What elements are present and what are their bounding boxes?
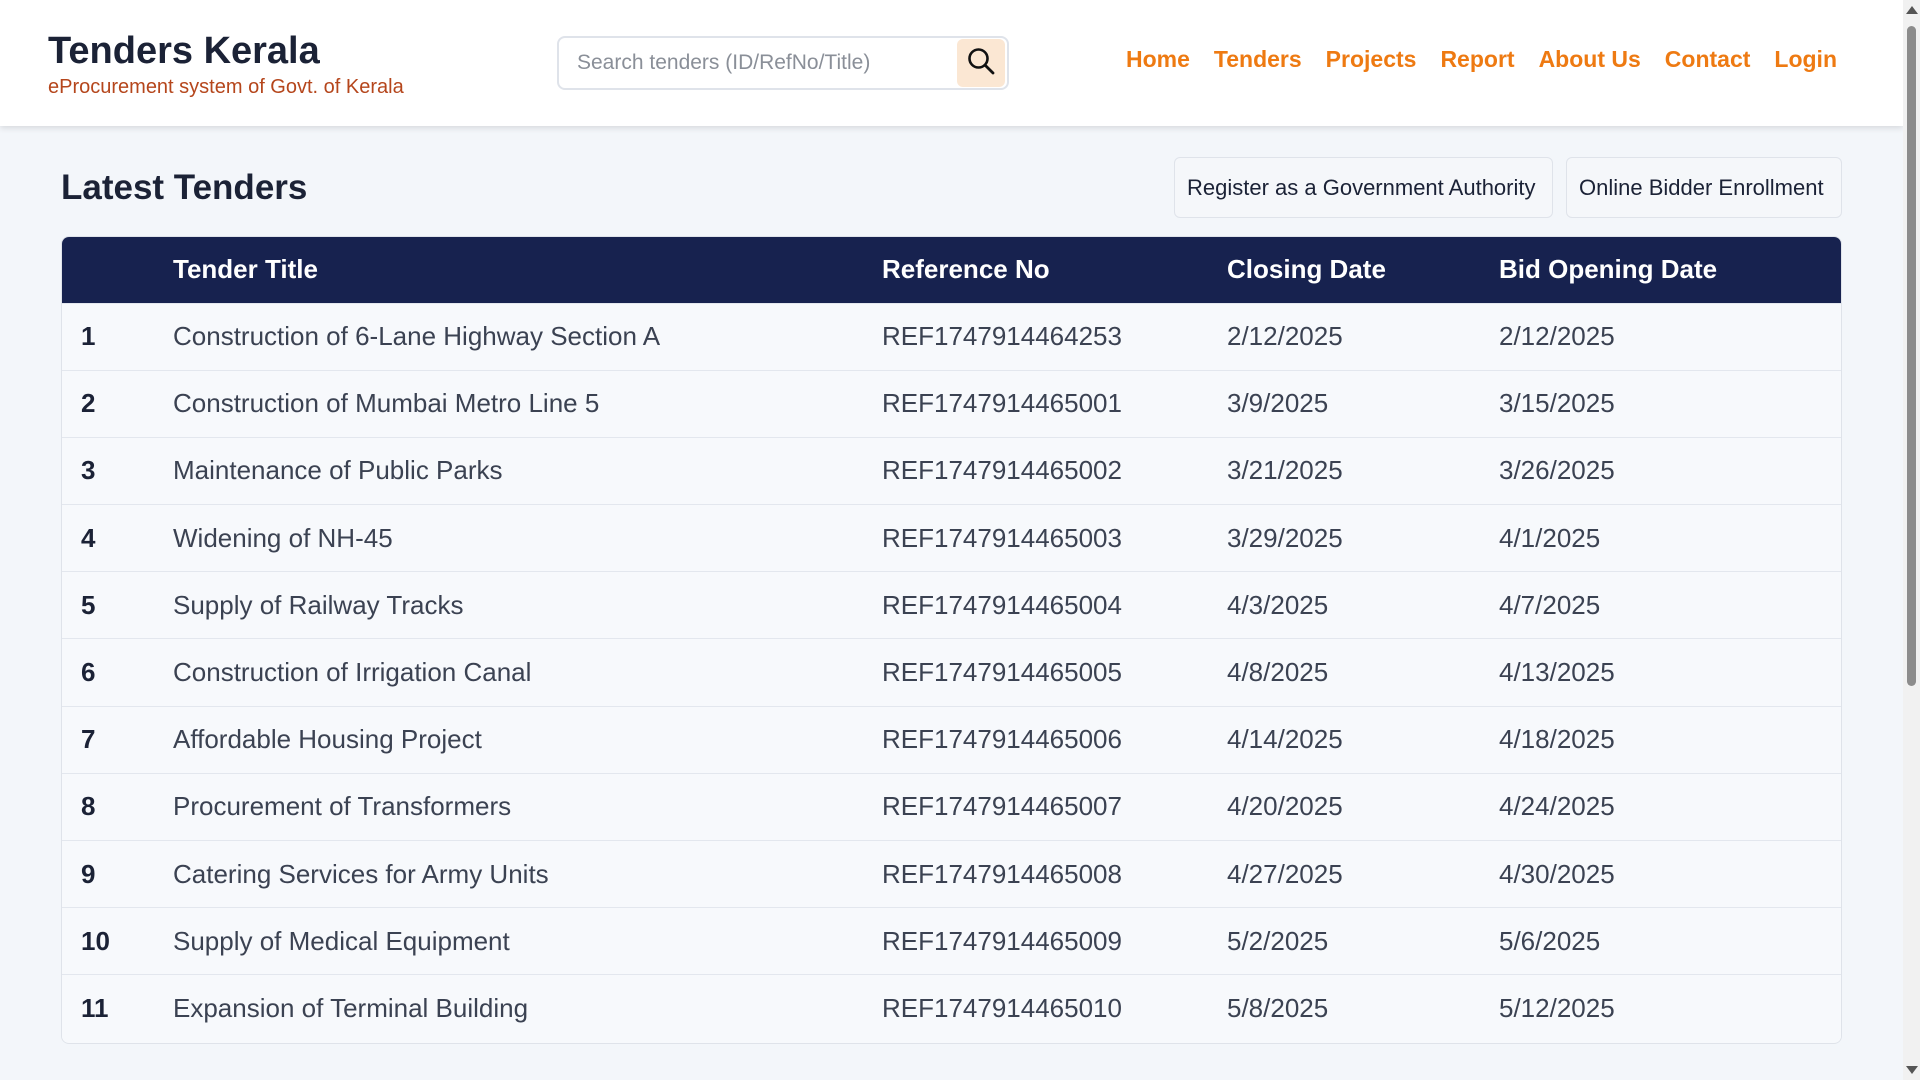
row-number: 10 — [81, 925, 110, 956]
closing-date: 5/8/2025 — [1227, 993, 1329, 1024]
table-row[interactable]: 1 Construction of 6-Lane Highway Section… — [62, 303, 1841, 371]
header-tender-title: Tender Title — [173, 254, 318, 285]
tenders-table: Tender Title Reference No Closing Date B… — [62, 237, 1841, 1043]
bid-opening-date: 3/26/2025 — [1499, 455, 1615, 486]
tenders-table-container: Tender Title Reference No Closing Date B… — [61, 236, 1842, 1044]
bid-opening-date: 4/1/2025 — [1499, 522, 1601, 553]
bid-opening-date: 4/18/2025 — [1499, 724, 1615, 755]
table-row[interactable]: 11 Expansion of Terminal Building REF174… — [62, 974, 1841, 1043]
table-row[interactable]: 3 Maintenance of Public Parks REF1747914… — [62, 437, 1841, 505]
page-scrollbar[interactable] — [1903, 0, 1920, 1080]
reference-no: REF1747914465003 — [882, 522, 1122, 553]
main-nav: Home Tenders Projects Report About Us Co… — [1126, 46, 1837, 73]
row-number: 2 — [81, 388, 96, 419]
site-header: Tenders Kerala eProcurement system of Go… — [0, 0, 1903, 126]
brand[interactable]: Tenders Kerala eProcurement system of Go… — [48, 28, 404, 99]
table-row[interactable]: 7 Affordable Housing Project REF17479144… — [62, 706, 1841, 774]
closing-date: 2/12/2025 — [1227, 321, 1343, 352]
tender-title[interactable]: Construction of Irrigation Canal — [173, 639, 882, 706]
table-row[interactable]: 5 Supply of Railway Tracks REF1747914465… — [62, 571, 1841, 639]
nav-home[interactable]: Home — [1126, 46, 1190, 73]
tender-title[interactable]: Construction of 6-Lane Highway Section A — [173, 303, 882, 370]
nav-login[interactable]: Login — [1774, 46, 1837, 73]
closing-date: 4/3/2025 — [1227, 589, 1329, 620]
header-closing-date: Closing Date — [1227, 254, 1386, 285]
bid-opening-date: 4/7/2025 — [1499, 589, 1601, 620]
bid-opening-date: 5/12/2025 — [1499, 993, 1615, 1024]
search-input[interactable] — [559, 38, 957, 88]
row-number: 7 — [81, 724, 96, 755]
bid-opening-date: 3/15/2025 — [1499, 388, 1615, 419]
bid-opening-date: 4/13/2025 — [1499, 657, 1615, 688]
reference-no: REF1747914465007 — [882, 791, 1122, 822]
row-number: 1 — [81, 321, 96, 352]
reference-no: REF1747914465002 — [882, 455, 1122, 486]
register-government-authority-button[interactable]: Register as a Government Authority — [1174, 157, 1553, 218]
table-row[interactable]: 8 Procurement of Transformers REF1747914… — [62, 773, 1841, 841]
reference-no: REF1747914465010 — [882, 993, 1122, 1024]
reference-no: REF1747914465009 — [882, 925, 1122, 956]
search-button[interactable] — [957, 39, 1005, 87]
tender-title[interactable]: Construction of Mumbai Metro Line 5 — [173, 370, 882, 437]
closing-date: 4/27/2025 — [1227, 858, 1343, 889]
nav-contact[interactable]: Contact — [1665, 46, 1751, 73]
row-number: 8 — [81, 791, 96, 822]
bid-opening-date: 5/6/2025 — [1499, 925, 1601, 956]
row-number: 5 — [81, 589, 96, 620]
bid-opening-date: 4/30/2025 — [1499, 858, 1615, 889]
nav-projects[interactable]: Projects — [1326, 46, 1417, 73]
reference-no: REF1747914464253 — [882, 321, 1122, 352]
header-number — [62, 237, 173, 303]
nav-report[interactable]: Report — [1440, 46, 1514, 73]
row-number: 6 — [81, 657, 96, 688]
table-row[interactable]: 6 Construction of Irrigation Canal REF17… — [62, 638, 1841, 707]
closing-date: 3/21/2025 — [1227, 455, 1343, 486]
header-bid-opening-date: Bid Opening Date — [1499, 254, 1718, 285]
tender-title[interactable]: Supply of Medical Equipment — [173, 908, 882, 975]
tender-title[interactable]: Widening of NH-45 — [173, 505, 882, 572]
brand-title[interactable]: Tenders Kerala — [48, 28, 404, 74]
tender-title[interactable]: Procurement of Transformers — [173, 773, 882, 840]
closing-date: 4/14/2025 — [1227, 724, 1343, 755]
closing-date: 3/29/2025 — [1227, 522, 1343, 553]
closing-date: 4/20/2025 — [1227, 791, 1343, 822]
header-reference-no: Reference No — [882, 254, 1050, 285]
table-row[interactable]: 2 Construction of Mumbai Metro Line 5 RE… — [62, 370, 1841, 438]
reference-no: REF1747914465001 — [882, 388, 1122, 419]
bid-opening-date: 4/24/2025 — [1499, 791, 1615, 822]
nav-tenders[interactable]: Tenders — [1214, 46, 1302, 73]
reference-no: REF1747914465004 — [882, 589, 1122, 620]
tender-title[interactable]: Catering Services for Army Units — [173, 841, 882, 908]
scroll-down-arrow-icon[interactable] — [1906, 1066, 1918, 1074]
reference-no: REF1747914465008 — [882, 858, 1122, 889]
bid-opening-date: 2/12/2025 — [1499, 321, 1615, 352]
table-header-row: Tender Title Reference No Closing Date B… — [62, 237, 1841, 303]
scrollbar-thumb[interactable] — [1907, 26, 1916, 686]
table-row[interactable]: 4 Widening of NH-45 REF1747914465003 3/2… — [62, 504, 1841, 572]
row-number: 11 — [81, 993, 109, 1024]
row-number: 3 — [81, 455, 96, 486]
tender-title[interactable]: Affordable Housing Project — [173, 706, 882, 773]
table-row[interactable]: 9 Catering Services for Army Units REF17… — [62, 840, 1841, 908]
search-icon — [966, 46, 996, 81]
nav-about-us[interactable]: About Us — [1539, 46, 1641, 73]
reference-no: REF1747914465006 — [882, 724, 1122, 755]
tender-title[interactable]: Maintenance of Public Parks — [173, 437, 882, 504]
closing-date: 4/8/2025 — [1227, 657, 1329, 688]
reference-no: REF1747914465005 — [882, 657, 1122, 688]
tender-title[interactable]: Supply of Railway Tracks — [173, 572, 882, 639]
brand-subtitle: eProcurement system of Govt. of Kerala — [48, 76, 404, 98]
row-number: 9 — [81, 858, 96, 889]
tender-title[interactable]: Expansion of Terminal Building — [173, 975, 882, 1042]
online-bidder-enrollment-button[interactable]: Online Bidder Enrollment — [1566, 157, 1842, 218]
page-title: Latest Tenders — [61, 168, 308, 207]
closing-date: 3/9/2025 — [1227, 388, 1329, 419]
scroll-up-arrow-icon[interactable] — [1906, 6, 1918, 14]
search-bar — [557, 36, 1009, 90]
closing-date: 5/2/2025 — [1227, 925, 1329, 956]
row-number: 4 — [81, 522, 96, 553]
table-row[interactable]: 10 Supply of Medical Equipment REF174791… — [62, 907, 1841, 975]
